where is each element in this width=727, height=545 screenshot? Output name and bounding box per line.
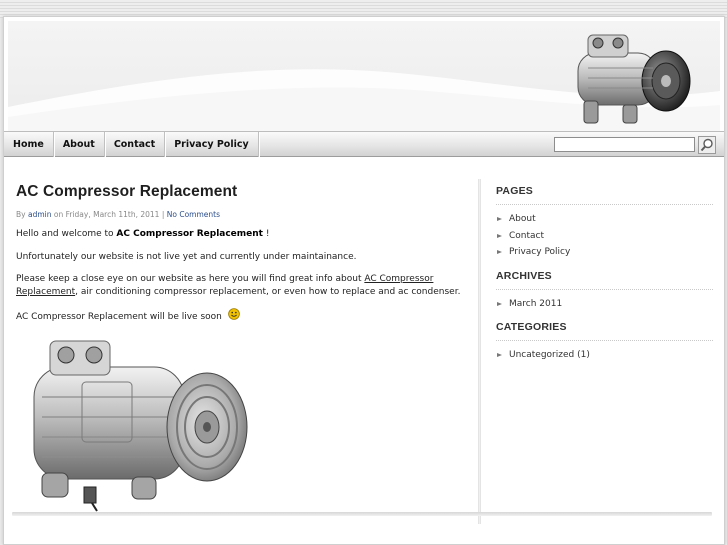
info-text: Please keep a close eye on our website a… xyxy=(16,274,365,284)
pages-widget-title: PAGES xyxy=(496,185,713,205)
post-title[interactable]: AC Compressor Replacement xyxy=(16,183,466,201)
main-content: AC Compressor Replacement By admin on Fr… xyxy=(16,183,466,512)
welcome-text: Hello and welcome to xyxy=(16,229,117,239)
compressor-image xyxy=(33,340,248,512)
categories-list: Uncategorized (1) xyxy=(496,347,713,364)
sidebar-item-contact[interactable]: Contact xyxy=(496,228,713,245)
welcome-bold-text: AC Compressor Replacement xyxy=(116,229,263,239)
meta-by-label: By xyxy=(16,210,26,219)
header-compressor-image xyxy=(577,34,691,124)
sidebar-item-march-2011[interactable]: March 2011 xyxy=(496,296,713,313)
post-paragraph-maintenance: Unfortunately our website is not live ye… xyxy=(16,251,357,262)
author-link[interactable]: admin xyxy=(28,210,52,219)
info-text-end: , air conditioning compressor replacemen… xyxy=(75,286,461,297)
main-navigation: Home About Contact Privacy Policy xyxy=(4,131,724,157)
archives-list: March 2011 xyxy=(496,296,713,313)
comments-link[interactable]: No Comments xyxy=(167,210,220,219)
meta-date: on Friday, March 11th, 2011 | xyxy=(53,210,165,219)
post-paragraph-welcome: Hello and welcome to AC Compressor Repla… xyxy=(16,228,466,241)
categories-widget-title: CATEGORIES xyxy=(496,321,713,341)
pages-list: About Contact Privacy Policy xyxy=(496,211,713,261)
nav-about[interactable]: About xyxy=(54,131,105,157)
sidebar: PAGES About Contact Privacy Policy ARCHI… xyxy=(496,185,713,373)
footer-divider xyxy=(12,512,712,516)
post-meta: By admin on Friday, March 11th, 2011 | N… xyxy=(16,210,466,219)
smiley-icon xyxy=(228,308,240,320)
nav-privacy-policy[interactable]: Privacy Policy xyxy=(165,131,259,157)
sidebar-item-about[interactable]: About xyxy=(496,211,713,228)
sidebar-item-privacy-policy[interactable]: Privacy Policy xyxy=(496,244,713,261)
search-icon[interactable] xyxy=(698,136,716,154)
archives-widget-title: ARCHIVES xyxy=(496,270,713,290)
live-soon-text: AC Compressor Replacement will be live s… xyxy=(16,312,222,322)
page-wrapper: Home About Contact Privacy Policy AC Com… xyxy=(3,16,725,545)
nav-home[interactable]: Home xyxy=(4,131,54,157)
welcome-text-end: ! xyxy=(262,229,270,239)
post-paragraph-info: Please keep a close eye on our website a… xyxy=(16,273,466,298)
search-input[interactable] xyxy=(554,137,695,152)
nav-contact[interactable]: Contact xyxy=(105,131,166,157)
archives-widget: ARCHIVES March 2011 xyxy=(496,270,713,313)
post-paragraph-live-soon: AC Compressor Replacement will be live s… xyxy=(16,308,466,324)
column-divider xyxy=(478,179,481,524)
sidebar-item-uncategorized[interactable]: Uncategorized (1) xyxy=(496,347,713,364)
pages-widget: PAGES About Contact Privacy Policy xyxy=(496,185,713,261)
site-header xyxy=(8,21,720,131)
categories-widget: CATEGORIES Uncategorized (1) xyxy=(496,321,713,364)
